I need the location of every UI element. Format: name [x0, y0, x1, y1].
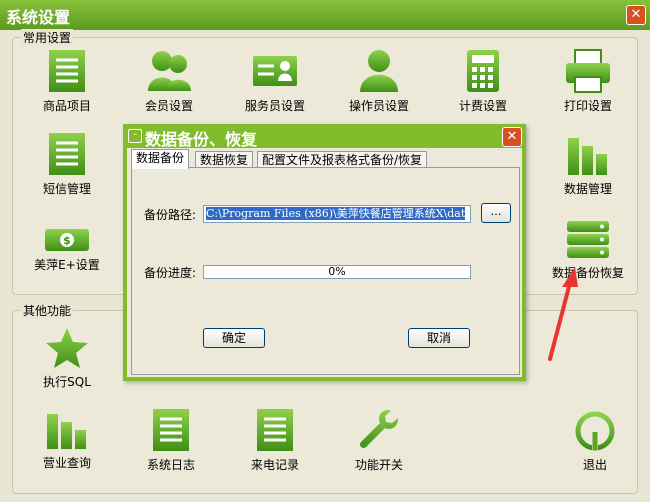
- list-icon: [153, 409, 189, 451]
- tile-operator-settings[interactable]: 操作员设置: [334, 49, 424, 114]
- list-icon: [49, 133, 85, 175]
- backup-progress-bar: 0%: [203, 265, 471, 279]
- wrench-icon: [359, 410, 399, 448]
- tile-label: 营业查询: [42, 456, 91, 470]
- dialog-body: 数据备份 数据恢复 配置文件及报表格式备份/恢复 备份路径: C:\Progra…: [127, 148, 522, 377]
- tile-system-log[interactable]: 系统日志: [126, 408, 216, 473]
- tile-execute-sql[interactable]: 执行SQL: [22, 327, 112, 390]
- backup-path-input[interactable]: C:\Program Files (x86)\美萍快餐店管理系统X\dat: [203, 205, 471, 223]
- tile-label: 功能开关: [354, 458, 403, 472]
- window-title: 系统设置: [6, 8, 71, 27]
- star-icon: [46, 328, 88, 368]
- power-icon: [575, 411, 615, 451]
- tile-label: 美萍E+设置: [34, 258, 100, 272]
- bar-chart-icon: [568, 138, 607, 175]
- dialog-menu-icon[interactable]: -: [128, 129, 142, 143]
- browse-button[interactable]: ...: [481, 203, 511, 223]
- tile-label: 服务员设置: [244, 99, 305, 113]
- printer-icon: [566, 49, 610, 93]
- svg-text:$: $: [63, 234, 71, 247]
- ok-button[interactable]: 确定: [203, 328, 265, 348]
- database-icon: [567, 221, 609, 258]
- calculator-icon: [467, 50, 499, 92]
- tile-label: 退出: [582, 458, 607, 472]
- tile-print-settings[interactable]: 打印设置: [543, 49, 633, 114]
- tile-business-query[interactable]: 营业查询: [22, 410, 112, 471]
- tile-function-switch[interactable]: 功能开关: [334, 408, 424, 473]
- tile-label: 短信管理: [42, 182, 91, 196]
- tile-meiping-eplus-settings[interactable]: $ 美萍E+设置: [22, 228, 112, 273]
- tile-data-management[interactable]: 数据管理: [543, 132, 633, 197]
- tab-config-report-backup[interactable]: 配置文件及报表格式备份/恢复: [257, 151, 428, 168]
- tab-data-backup[interactable]: 数据备份: [131, 149, 190, 169]
- tile-call-records[interactable]: 来电记录: [230, 408, 320, 473]
- other-functions-label: 其他功能: [21, 302, 74, 319]
- tile-label: 来电记录: [250, 458, 299, 472]
- close-icon[interactable]: ✕: [626, 5, 646, 25]
- tile-label: 会员设置: [144, 99, 193, 113]
- tile-label: 商品项目: [42, 99, 91, 113]
- tile-waiter-settings[interactable]: 服务员设置: [230, 49, 320, 114]
- user-icon: [360, 50, 398, 92]
- tab-page-backup: 备份路径: C:\Program Files (x86)\美萍快餐店管理系统X\…: [131, 167, 520, 375]
- id-card-icon: [253, 56, 297, 86]
- tile-product-items[interactable]: 商品项目: [22, 49, 112, 114]
- window-titlebar: 系统设置 ✕: [0, 0, 650, 30]
- progress-label: 备份进度:: [144, 266, 197, 280]
- backup-path-label: 备份路径:: [144, 208, 197, 222]
- dialog-title: 数据备份、恢复: [145, 130, 258, 149]
- progress-text: 0%: [328, 265, 346, 278]
- list-icon: [49, 50, 85, 92]
- tile-label: 数据管理: [563, 182, 612, 196]
- bar-chart-icon: [47, 414, 86, 449]
- backup-path-value: C:\Program Files (x86)\美萍快餐店管理系统X\dat: [206, 207, 466, 220]
- tile-label: 打印设置: [563, 99, 612, 113]
- tab-data-restore[interactable]: 数据恢复: [195, 151, 254, 168]
- tile-label: 计费设置: [458, 99, 507, 113]
- tile-label: 操作员设置: [348, 99, 409, 113]
- dialog-close-icon[interactable]: ✕: [502, 127, 522, 147]
- list-icon: [257, 409, 293, 451]
- members-icon: [148, 51, 191, 91]
- tile-label: 系统日志: [146, 458, 195, 472]
- tile-billing-settings[interactable]: 计费设置: [438, 49, 528, 114]
- cancel-button[interactable]: 取消: [408, 328, 470, 348]
- tile-exit[interactable]: 退出: [550, 408, 640, 473]
- money-icon: $: [45, 229, 89, 251]
- backup-restore-dialog: - 数据备份、恢复 ✕ 数据备份 数据恢复 配置文件及报表格式备份/恢复 备份路…: [123, 124, 526, 381]
- tile-label: 执行SQL: [43, 375, 91, 389]
- tile-member-settings[interactable]: 会员设置: [124, 49, 214, 114]
- common-settings-label: 常用设置: [21, 29, 74, 46]
- annotation-arrow: [548, 267, 578, 361]
- tile-sms-management[interactable]: 短信管理: [22, 132, 112, 197]
